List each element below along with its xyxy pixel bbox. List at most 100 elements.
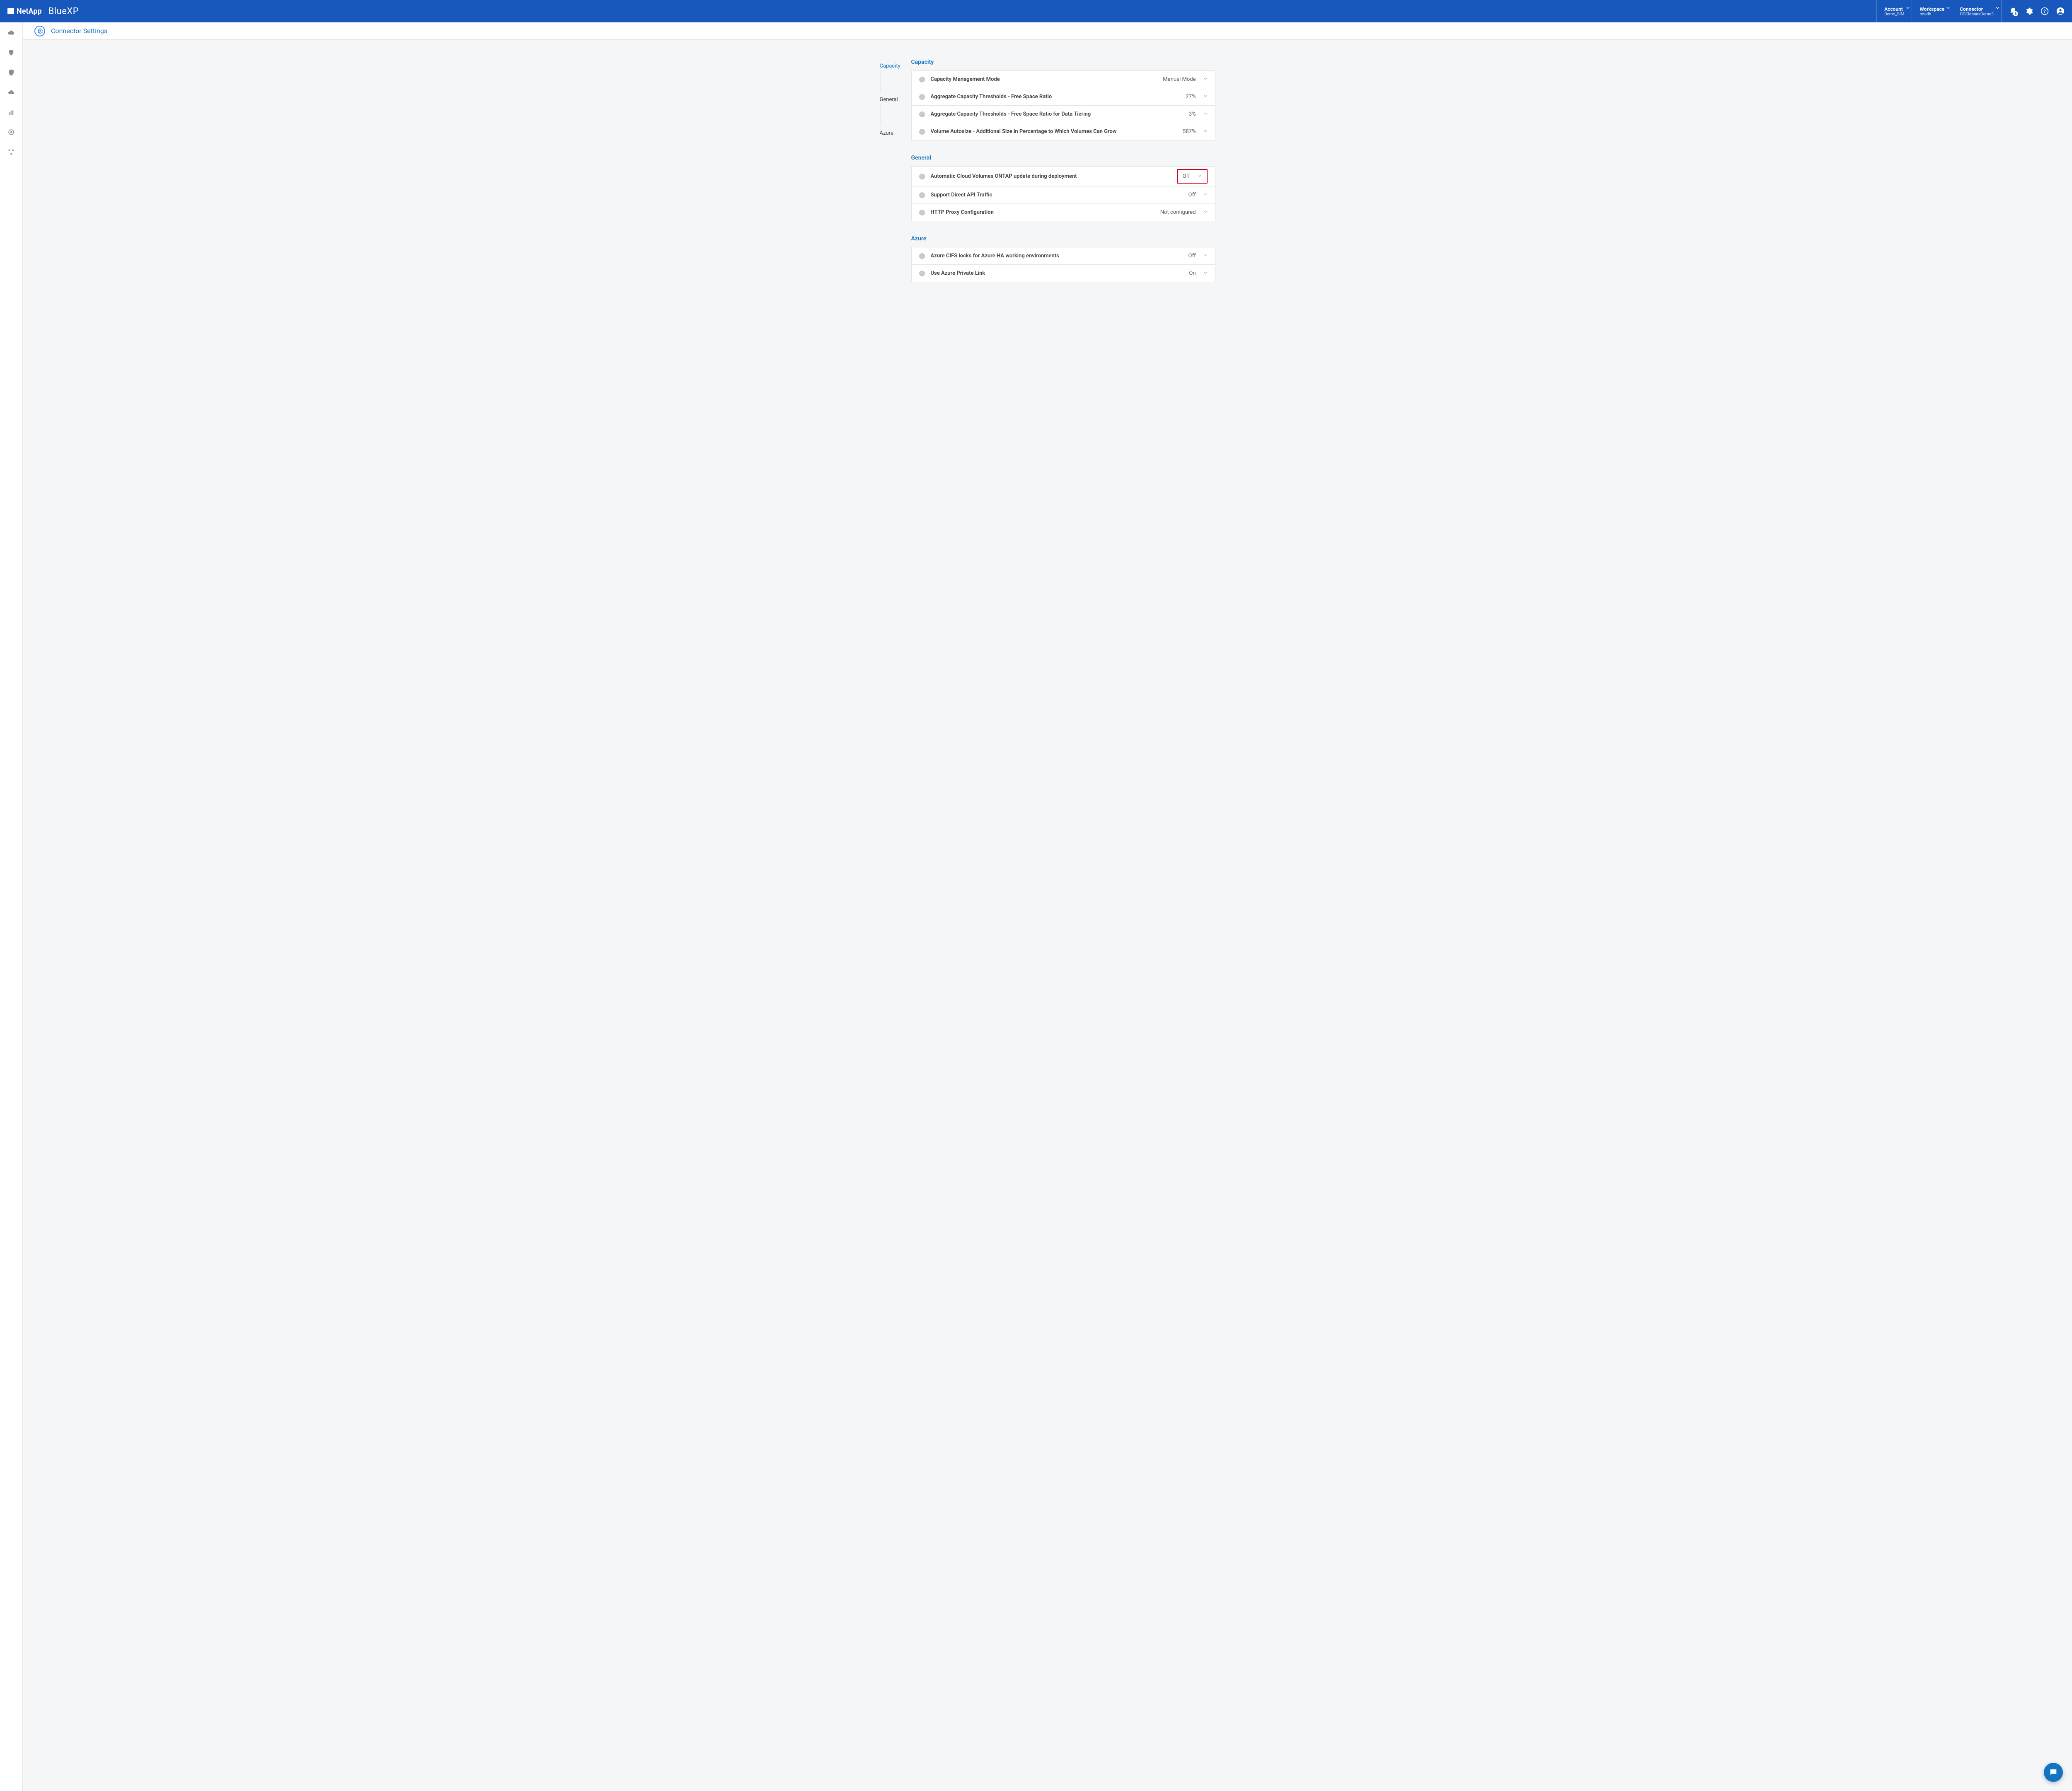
chat-icon [2049,1768,2058,1777]
brand-netapp: NetApp [7,7,42,16]
connector-dropdown-label: Connector [1960,6,1994,12]
row-value: Off [1188,192,1196,198]
content-scroll[interactable]: Capacity General Azure Capacity i Capaci… [23,40,2072,1791]
account-dropdown-value: Demo_SIM [1884,12,1904,17]
row-label: HTTP Proxy Configuration [931,209,1160,215]
nav-general[interactable]: General [880,94,911,105]
info-icon: i [919,192,925,198]
account-dropdown[interactable]: Account Demo_SIM [1876,0,1912,22]
connector-settings-icon [34,26,45,36]
heart-shield-icon [7,49,15,56]
row-value: 3% [1189,111,1196,117]
workspace-dropdown[interactable]: Workspace odedb [1912,0,1952,22]
row-label: Aggregate Capacity Thresholds - Free Spa… [931,111,1189,117]
row-value: Not configured [1160,209,1196,215]
chevron-down-icon [1203,111,1208,117]
row-value: On [1189,270,1196,276]
section-general: General i Automatic Cloud Volumes ONTAP … [911,155,1215,221]
rail-protection-button[interactable] [7,68,16,77]
nav-capacity[interactable]: Capacity [880,61,911,72]
row-value: 587% [1183,128,1196,135]
cloud-icon [7,29,15,36]
chevron-down-icon [1203,94,1208,100]
svg-text:?: ? [2043,9,2045,14]
info-icon: i [919,129,925,135]
info-icon: i [919,111,925,117]
info-icon: i [919,253,925,259]
row-value: Manual Mode [1163,76,1196,82]
row-direct-api-traffic[interactable]: i Support Direct API Traffic Off [912,186,1215,204]
page-title: Connector Settings [51,27,107,35]
section-capacity-title: Capacity [911,59,1215,65]
chevron-down-icon [1203,253,1208,259]
workspace-dropdown-value: odedb [1920,12,1944,17]
row-value: 27% [1186,94,1196,100]
highlighted-value-box: Off [1177,169,1208,184]
row-label: Volume Autosize - Additional Size in Per… [931,128,1183,135]
left-rail [0,22,23,1791]
row-label: Aggregate Capacity Thresholds - Free Spa… [931,94,1186,100]
chevron-down-icon [1906,6,1910,11]
settings-side-nav: Capacity General Azure [880,59,911,1791]
info-icon: i [919,94,925,100]
help-icon: ? [2041,7,2049,15]
chevron-down-icon [1203,128,1208,135]
connector-dropdown[interactable]: Connector OCCMsaasDemo3 [1952,0,2001,22]
row-label: Use Azure Private Link [931,270,1189,276]
row-free-space-ratio[interactable]: i Aggregate Capacity Thresholds - Free S… [912,88,1215,106]
settings-sections: Capacity i Capacity Management Mode Manu… [911,59,1215,1791]
row-free-space-ratio-tiering[interactable]: i Aggregate Capacity Thresholds - Free S… [912,106,1215,123]
top-icon-group: 8 ? [2001,0,2065,22]
rail-sync-button[interactable] [7,128,16,137]
info-icon: i [919,271,925,276]
chevron-down-icon [1203,270,1208,276]
row-http-proxy[interactable]: i HTTP Proxy Configuration Not configure… [912,204,1215,221]
row-volume-autosize[interactable]: i Volume Autosize - Additional Size in P… [912,123,1215,140]
row-label: Automatic Cloud Volumes ONTAP update dur… [931,173,1177,179]
section-capacity: Capacity i Capacity Management Mode Manu… [911,59,1215,140]
top-bar: NetApp BlueXP Account Demo_SIM Workspace… [0,0,2072,22]
chevron-down-icon [1203,76,1208,82]
rail-storage-button[interactable] [7,28,16,37]
chevron-down-icon [1946,6,1950,11]
row-azure-private-link[interactable]: i Use Azure Private Link On [912,265,1215,282]
account-dropdown-label: Account [1884,6,1904,12]
settings-button[interactable] [2025,7,2033,15]
row-auto-ontap-update[interactable]: i Automatic Cloud Volumes ONTAP update d… [912,167,1215,186]
netapp-logo-icon [7,8,14,14]
shield-icon [7,69,15,76]
user-icon [2056,7,2065,15]
row-label: Capacity Management Mode [931,76,1163,82]
row-label: Azure CIFS locks for Azure HA working en… [931,253,1188,259]
chevron-down-icon [1203,192,1208,198]
brand-product-label: BlueXP [48,6,79,17]
chevron-down-icon [1198,173,1202,179]
brand-company-label: NetApp [17,7,42,16]
rail-analytics-button[interactable] [7,108,16,117]
row-value: Off [1183,173,1190,179]
info-icon: i [919,174,925,179]
rail-extensions-button[interactable] [7,148,16,157]
section-azure: Azure i Azure CIFS locks for Azure HA wo… [911,235,1215,282]
row-azure-cifs-locks[interactable]: i Azure CIFS locks for Azure HA working … [912,247,1215,265]
rail-health-button[interactable] [7,48,16,57]
info-icon: i [919,77,925,82]
user-menu-button[interactable] [2056,7,2065,15]
row-capacity-management-mode[interactable]: i Capacity Management Mode Manual Mode [912,71,1215,88]
help-button[interactable]: ? [2041,7,2049,15]
row-label: Support Direct API Traffic [931,192,1188,198]
target-icon [7,128,15,136]
page-header: Connector Settings [23,22,2072,40]
nodes-icon [7,148,15,156]
chevron-down-icon [1203,209,1208,215]
eye-cloud-icon [7,89,15,96]
nav-azure[interactable]: Azure [880,128,911,139]
workspace-dropdown-label: Workspace [1920,6,1944,12]
gear-icon [2025,7,2033,15]
row-value: Off [1188,253,1196,259]
section-general-title: General [911,155,1215,161]
notification-badge: 8 [2013,11,2018,16]
chat-fab[interactable] [2044,1763,2063,1782]
rail-governance-button[interactable] [7,88,16,97]
notifications-button[interactable]: 8 [2009,7,2017,15]
